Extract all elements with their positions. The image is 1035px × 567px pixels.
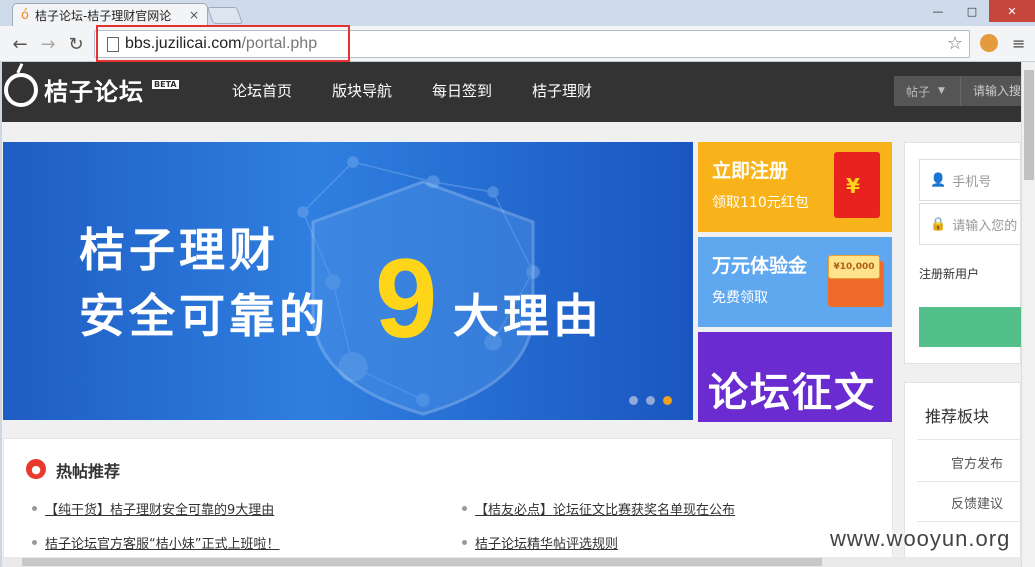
hscrollbar-thumb[interactable] — [22, 558, 822, 566]
window-close-button[interactable]: ✕ — [989, 0, 1035, 22]
coupon-card: ¥10,000 — [828, 255, 880, 279]
banner-number: 9 — [375, 236, 438, 361]
password-field[interactable]: 🔒 请输入您的 — [919, 203, 1021, 245]
search-input[interactable]: 请输入搜 — [960, 76, 1021, 106]
bullet-icon — [462, 540, 467, 545]
bookmark-star-icon[interactable]: ☆ — [947, 33, 963, 54]
divider — [917, 481, 1021, 482]
lock-icon: 🔒 — [930, 216, 947, 232]
hot-post-text: 桔子论坛精华帖评选规则 — [475, 537, 619, 552]
site-header: 桔子论坛 BETA 论坛首页 版块导航 每日签到 桔子理财 帖子 ▼ 请输入搜 — [2, 62, 1021, 122]
orange-logo-icon — [4, 72, 38, 107]
promo-register-title: 立即注册 — [712, 160, 789, 182]
watermark-text: www.wooyun.org — [830, 526, 1011, 551]
login-panel: 👤 手机号 🔒 请输入您的 注册新用户 — [904, 142, 1021, 364]
new-tab-button[interactable] — [206, 7, 244, 24]
register-link[interactable]: 注册新用户 — [919, 265, 979, 282]
bullet-icon — [32, 506, 37, 511]
red-envelope-icon: ¥ — [834, 152, 880, 218]
bullet-icon — [32, 540, 37, 545]
promo-register-sub: 领取110元红包 — [712, 195, 809, 211]
phone-placeholder: 手机号 — [952, 174, 992, 190]
search-scope-select[interactable]: 帖子 ▼ — [894, 76, 960, 106]
hot-post-link[interactable]: 桔子论坛官方客服“桔小妹”正式上班啦！ — [32, 533, 279, 552]
hot-post-text: 【桔友必点】论坛征文比赛获奖名单现在公布 — [475, 503, 736, 518]
promo-trial-fund[interactable]: 万元体验金 免费领取 ¥10,000 — [698, 237, 892, 327]
promo-trial-title: 万元体验金 — [712, 255, 808, 277]
recommended-item-feedback[interactable]: 反馈建议 — [951, 493, 1003, 512]
promo-essay-title: 论坛征文 — [708, 370, 876, 416]
back-arrow-icon[interactable]: ← — [8, 32, 32, 56]
site-favicon-icon: ó — [21, 7, 29, 23]
minimize-button[interactable]: — — [921, 0, 955, 22]
login-button[interactable] — [919, 307, 1021, 347]
web-page: 桔子论坛 BETA 论坛首页 版块导航 每日签到 桔子理财 帖子 ▼ 请输入搜 — [2, 62, 1021, 567]
banner-title-line2-suffix: 大理由 — [453, 289, 603, 343]
browser-tab[interactable]: ó 桔子论坛-桔子理财官网论 × — [12, 3, 208, 26]
slider-dots — [629, 396, 672, 405]
nav-home[interactable]: 论坛首页 — [232, 80, 292, 101]
vertical-scrollbar[interactable] — [1021, 62, 1035, 567]
browser-menu-icon[interactable]: ≡ — [1012, 34, 1025, 53]
beta-badge: BETA — [152, 80, 179, 89]
bullet-icon — [462, 506, 467, 511]
tab-close-icon[interactable]: × — [189, 8, 199, 22]
tab-title: 桔子论坛-桔子理财官网论 — [34, 8, 172, 23]
main-banner[interactable]: 桔子理财 安全可靠的 9 大理由 — [3, 142, 693, 420]
window-controls: — □ ✕ — [921, 0, 1035, 22]
hot-post-text: 【纯干货】桔子理财安全可靠的9大理由 — [45, 503, 275, 518]
extension-icon[interactable] — [980, 34, 998, 52]
search-scope-label: 帖子 — [906, 84, 931, 99]
forward-arrow-icon[interactable]: → — [36, 32, 60, 56]
logo-text: 桔子论坛 — [44, 78, 144, 106]
recommended-item-official[interactable]: 官方发布 — [951, 453, 1003, 472]
recommended-title: 推荐板块 — [925, 407, 990, 426]
divider — [917, 521, 1021, 522]
password-placeholder: 请输入您的 — [952, 218, 1018, 234]
site-logo[interactable]: 桔子论坛 — [4, 72, 144, 107]
promo-essay-contest[interactable]: 论坛征文 — [698, 332, 892, 422]
tab-strip: ó 桔子论坛-桔子理财官网论 × — □ ✕ — [0, 0, 1035, 26]
banner-title-line2-prefix: 安全可靠的 — [79, 289, 329, 343]
url-highlight-box — [96, 25, 350, 62]
nav-finance[interactable]: 桔子理财 — [532, 80, 592, 101]
main-nav: 论坛首页 版块导航 每日签到 桔子理财 — [232, 80, 592, 101]
hot-post-link[interactable]: 【桔友必点】论坛征文比赛获奖名单现在公布 — [462, 499, 735, 518]
reload-icon[interactable]: ↻ — [64, 32, 88, 56]
slider-dot-active[interactable] — [663, 396, 672, 405]
nav-sections[interactable]: 版块导航 — [332, 80, 392, 101]
user-icon: 👤 — [930, 172, 947, 188]
maximize-button[interactable]: □ — [955, 0, 989, 22]
hot-post-link[interactable]: 【纯干货】桔子理财安全可靠的9大理由 — [32, 499, 274, 518]
slider-dot[interactable] — [646, 396, 655, 405]
phone-field[interactable]: 👤 手机号 — [919, 159, 1021, 201]
nav-checkin[interactable]: 每日签到 — [432, 80, 492, 101]
yuan-symbol: ¥ — [846, 174, 860, 198]
slider-dot[interactable] — [629, 396, 638, 405]
hot-post-text: 桔子论坛官方客服“桔小妹”正式上班啦！ — [45, 537, 280, 552]
hot-posts-panel: ● 热帖推荐 【纯干货】桔子理财安全可靠的9大理由 【桔友必点】论坛征文比赛获奖… — [3, 438, 893, 567]
divider — [917, 439, 1021, 440]
promo-register[interactable]: 立即注册 领取110元红包 ¥ — [698, 142, 892, 232]
flame-icon: ● — [26, 459, 46, 479]
horizontal-scrollbar[interactable] — [2, 557, 1021, 567]
hot-post-link[interactable]: 桔子论坛精华帖评选规则 — [462, 533, 618, 552]
promo-trial-sub: 免费领取 — [712, 290, 768, 306]
caret-down-icon: ▼ — [938, 86, 945, 96]
scrollbar-thumb[interactable] — [1024, 70, 1034, 180]
banner-title-line1: 桔子理财 — [79, 223, 279, 277]
hot-posts-title: 热帖推荐 — [56, 462, 121, 481]
